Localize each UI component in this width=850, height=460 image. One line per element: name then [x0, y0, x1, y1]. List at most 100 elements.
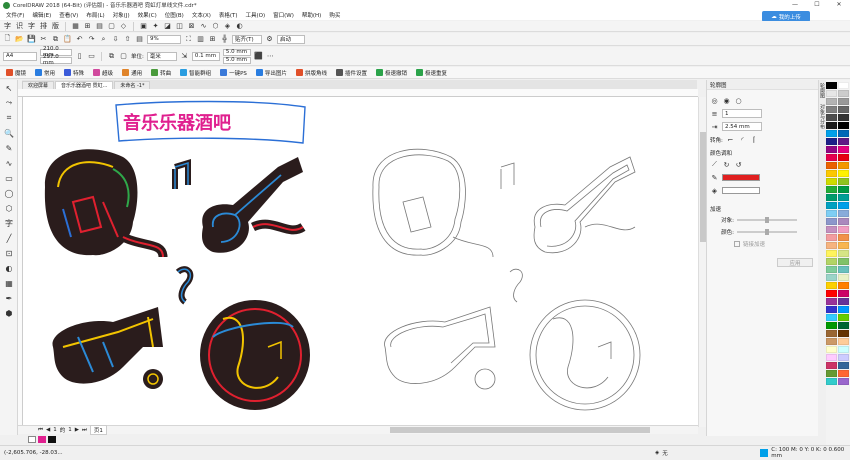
shadow-icon[interactable]: ◪: [163, 22, 172, 31]
palette-swatch[interactable]: [826, 170, 837, 177]
crop-tool-icon[interactable]: ⌗: [2, 111, 16, 125]
pick-tool-icon[interactable]: ↖: [2, 81, 16, 95]
plugin-super[interactable]: 超级: [90, 69, 116, 77]
palette-swatch[interactable]: [826, 122, 837, 129]
counter-blend-icon[interactable]: ↺: [734, 160, 743, 169]
redo-icon[interactable]: ↷: [87, 35, 96, 44]
artistic-media-icon[interactable]: ∿: [2, 156, 16, 170]
clockwise-blend-icon[interactable]: ↻: [722, 160, 731, 169]
palette-swatch[interactable]: [826, 282, 837, 289]
palette-swatch[interactable]: [838, 378, 849, 385]
palette-swatch[interactable]: [838, 194, 849, 201]
palette-swatch[interactable]: [838, 186, 849, 193]
connector-tool-icon[interactable]: ⊡: [2, 246, 16, 260]
import-icon[interactable]: ⇩: [111, 35, 120, 44]
guitar-neon[interactable]: [202, 157, 306, 253]
next-page-icon[interactable]: ▶: [75, 427, 79, 433]
transparency-tool-icon[interactable]: ▦: [2, 276, 16, 290]
menu-edit[interactable]: 编辑(E): [28, 11, 55, 19]
palette-swatch[interactable]: [826, 154, 837, 161]
rulers-icon[interactable]: ▥: [196, 35, 205, 44]
mesh-icon[interactable]: ⊠: [187, 22, 196, 31]
palette-swatch[interactable]: [826, 298, 837, 305]
apply-button[interactable]: 应用: [777, 258, 813, 267]
palette-swatch[interactable]: [826, 114, 837, 121]
export-icon[interactable]: ⇧: [123, 35, 132, 44]
side-tab-align-distribute[interactable]: 对象与分布: [819, 101, 826, 132]
palette-swatch[interactable]: [826, 130, 837, 137]
menu-buy[interactable]: 购买: [325, 11, 344, 19]
palette-swatch[interactable]: [826, 290, 837, 297]
palette-swatch[interactable]: [838, 306, 849, 313]
tab-untitled[interactable]: 未命名 -1*: [114, 81, 151, 89]
palette-swatch[interactable]: [826, 90, 837, 97]
polygon-tool-icon[interactable]: ⬡: [2, 201, 16, 215]
plugin-smart-group[interactable]: 智能群组: [177, 69, 214, 77]
rectangle-tool-icon[interactable]: ▭: [2, 171, 16, 185]
text-tool-icon[interactable]: 字: [3, 22, 12, 31]
palette-swatch[interactable]: [838, 370, 849, 377]
plugin-fast-repeat[interactable]: 极速重复: [413, 69, 450, 77]
palette-swatch[interactable]: [838, 154, 849, 161]
zoom-field[interactable]: 9%: [147, 34, 181, 44]
saxophone-neon[interactable]: [200, 300, 310, 410]
shape-icon[interactable]: ◇: [119, 22, 128, 31]
landscape-icon[interactable]: ▭: [87, 52, 96, 61]
palette-swatch[interactable]: [826, 82, 837, 89]
menu-object[interactable]: 对象(J): [109, 11, 134, 19]
corner-bevel-icon[interactable]: ⌈: [750, 135, 759, 144]
zoom-tool-icon[interactable]: 🔍: [2, 126, 16, 140]
palette-swatch[interactable]: [838, 362, 849, 369]
menu-bitmaps[interactable]: 位图(B): [161, 11, 188, 19]
vertical-scrollbar[interactable]: [698, 97, 706, 427]
menu-file[interactable]: 文件(F): [2, 11, 28, 19]
launch-dropdown[interactable]: 启动: [277, 34, 305, 44]
palette-swatch[interactable]: [826, 346, 837, 353]
palette-swatch[interactable]: [826, 194, 837, 201]
palette-swatch[interactable]: [826, 226, 837, 233]
glyph-icon[interactable]: 字: [27, 22, 36, 31]
ellipse-tool-icon[interactable]: ◯: [2, 186, 16, 200]
palette-swatch[interactable]: [838, 130, 849, 137]
plugin-common[interactable]: 常用: [32, 69, 58, 77]
palette-swatch[interactable]: [826, 258, 837, 265]
palette-swatch[interactable]: [826, 186, 837, 193]
save-icon[interactable]: 💾: [27, 35, 36, 44]
format-icon[interactable]: 版: [51, 22, 60, 31]
palette-swatch[interactable]: [826, 218, 837, 225]
outside-icon[interactable]: ○: [734, 96, 743, 105]
to-center-icon[interactable]: ◎: [710, 96, 719, 105]
palette-swatch[interactable]: [838, 98, 849, 105]
weld-icon[interactable]: ◈: [223, 22, 232, 31]
palette-swatch[interactable]: [838, 226, 849, 233]
grid-icon[interactable]: ▦: [71, 22, 80, 31]
menu-window[interactable]: 窗口(W): [269, 11, 298, 19]
palette-swatch[interactable]: [838, 290, 849, 297]
palette-swatch[interactable]: [826, 378, 837, 385]
palette-swatch[interactable]: [826, 138, 837, 145]
palette-swatch[interactable]: [838, 266, 849, 273]
tab-document[interactable]: 音乐乐器酒吧 霓虹...: [55, 81, 114, 89]
palette-swatch[interactable]: [838, 138, 849, 145]
plugin-mojing[interactable]: 魔镜: [3, 69, 29, 77]
freehand-tool-icon[interactable]: ✎: [2, 141, 16, 155]
portrait-icon[interactable]: ▯: [75, 52, 84, 61]
corner-round-icon[interactable]: ◜: [738, 135, 747, 144]
palette-swatch[interactable]: [826, 266, 837, 273]
first-page-icon[interactable]: ⏮: [38, 427, 43, 434]
palette-swatch[interactable]: [838, 322, 849, 329]
align-icon[interactable]: 排: [39, 22, 48, 31]
palette-swatch[interactable]: [838, 338, 849, 345]
palette-swatch[interactable]: [826, 330, 837, 337]
palette-swatch[interactable]: [838, 218, 849, 225]
palette-swatch[interactable]: [838, 82, 849, 89]
palette-swatch[interactable]: [838, 210, 849, 217]
palette-swatch[interactable]: [826, 98, 837, 105]
plugin-one-click-ps[interactable]: 一键PS: [217, 69, 250, 77]
palette-swatch[interactable]: [826, 162, 837, 169]
minimize-button[interactable]: —: [784, 0, 806, 10]
palette-swatch[interactable]: [838, 346, 849, 353]
horizontal-scrollbar[interactable]: [390, 427, 650, 433]
frame-icon[interactable]: ▢: [107, 22, 116, 31]
palette-swatch[interactable]: [838, 282, 849, 289]
